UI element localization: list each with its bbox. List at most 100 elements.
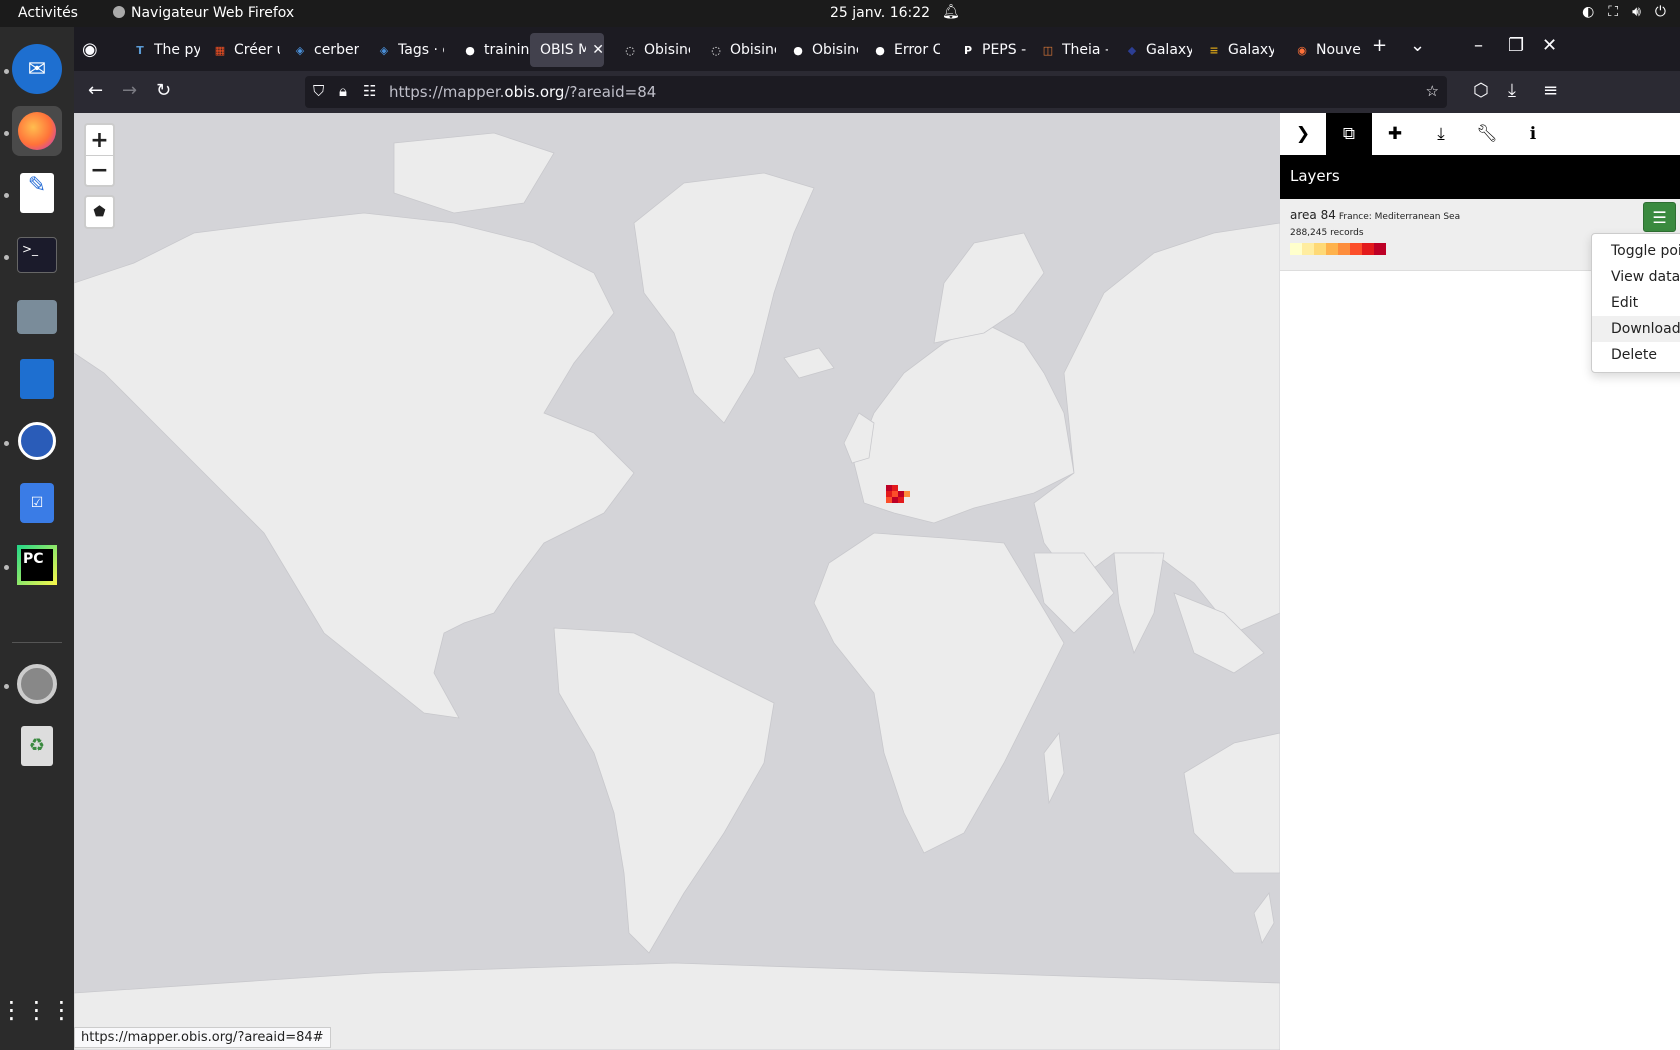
- tab-favicon-icon: ◌: [711, 43, 721, 57]
- minimize-icon[interactable]: –: [1474, 35, 1483, 56]
- tab-label: trainin: [484, 42, 530, 58]
- new-tab-icon[interactable]: +: [1372, 35, 1387, 56]
- menu-item-delete[interactable]: Delete: [1592, 342, 1680, 368]
- tab-label: cerber: [314, 42, 360, 58]
- tab-6[interactable]: OBIS Ma ✕: [530, 33, 604, 67]
- layers-icon[interactable]: ⧉: [1326, 113, 1372, 155]
- tab-label: PEPS -: [982, 42, 1027, 58]
- tab-favicon-icon: ●: [465, 43, 475, 57]
- running-indicator: [4, 69, 9, 74]
- system-tray[interactable]: ◐ ⛶ 🔊︎ ⏻: [1582, 4, 1666, 20]
- menu-item-view-data[interactable]: View data: [1592, 264, 1680, 290]
- download-icon[interactable]: ⤓: [1418, 113, 1464, 155]
- india: [1113, 552, 1165, 655]
- tab-label: Error C: [894, 42, 940, 58]
- running-indicator: [4, 684, 9, 689]
- tasks-icon[interactable]: ☑: [12, 478, 62, 528]
- tab-7[interactable]: ◌ Obisinc: [612, 33, 690, 67]
- shield-icon[interactable]: ⛉: [313, 82, 324, 100]
- files-icon[interactable]: [12, 292, 62, 342]
- tab-3[interactable]: ◈ cerber: [282, 33, 360, 67]
- tab-5[interactable]: ● trainin: [452, 33, 530, 67]
- draw-polygon-button[interactable]: ⬟: [86, 197, 113, 227]
- tab-label: Créer u: [234, 42, 280, 58]
- tab-favicon-icon: ◌: [625, 43, 635, 57]
- text-editor-icon[interactable]: ✎: [12, 168, 62, 218]
- australia: [1183, 732, 1280, 874]
- lock-icon[interactable]: 🔒︎: [339, 82, 347, 100]
- dock: ✉ ✎ >_ ☑ PC ♻ ⋮⋮⋮: [0, 27, 74, 1050]
- close-window-icon[interactable]: ✕: [1542, 35, 1557, 56]
- reload-icon[interactable]: ↻: [156, 80, 171, 101]
- hamburger-icon: ☰: [1652, 207, 1667, 227]
- menu-item-toggle-points[interactable]: Toggle points: [1592, 238, 1680, 264]
- tab-favicon-icon: ◆: [1127, 43, 1137, 57]
- menu-icon[interactable]: ≡: [1543, 80, 1558, 101]
- back-icon[interactable]: ←: [88, 80, 103, 101]
- writer-icon[interactable]: [12, 354, 62, 404]
- wrench-icon[interactable]: 🔧︎: [1464, 113, 1510, 155]
- add-layer-icon[interactable]: ✚: [1372, 113, 1418, 155]
- tab-4[interactable]: ◈ Tags · e: [366, 33, 444, 67]
- activities-button[interactable]: Activités: [18, 5, 78, 21]
- thunderbird-icon[interactable]: ✉: [12, 44, 62, 94]
- tab-favicon-icon: ◫: [1042, 43, 1054, 57]
- pycharm-icon[interactable]: PC: [12, 540, 62, 590]
- tab-list-icon[interactable]: ⌄: [1410, 35, 1425, 56]
- legend-swatch: [1302, 243, 1314, 255]
- tab-1[interactable]: T The py: [122, 33, 200, 67]
- arctic-islands: [393, 132, 555, 214]
- forward-icon[interactable]: →: [122, 80, 137, 101]
- legend-swatch: [1326, 243, 1338, 255]
- tab-15[interactable]: ◉ Nouvel: [1284, 33, 1362, 67]
- tab-13[interactable]: ◆ Galaxy: [1114, 33, 1192, 67]
- app-menu[interactable]: Navigateur Web Firefox: [113, 5, 294, 21]
- tab-label: Obisinc: [812, 42, 858, 58]
- firefox-icon[interactable]: [12, 106, 62, 156]
- permissions-icon[interactable]: ☷: [363, 82, 376, 100]
- settings-icon[interactable]: [12, 659, 62, 709]
- tab-14[interactable]: ≡ Galaxy: [1196, 33, 1274, 67]
- map-canvas: [74, 132, 1280, 1050]
- menu-item-edit[interactable]: Edit: [1592, 290, 1680, 316]
- url-text[interactable]: https://mapper.obis.org/?areaid=84: [389, 83, 656, 101]
- uk: [843, 412, 875, 464]
- running-indicator: [4, 193, 9, 198]
- info-icon[interactable]: ℹ: [1510, 113, 1556, 155]
- south-america: [553, 627, 775, 954]
- layer-menu-button[interactable]: ☰: [1643, 202, 1676, 232]
- menu-item-download[interactable]: Download: [1592, 316, 1680, 342]
- zoom-out-button[interactable]: −: [86, 155, 113, 185]
- layer-name: area 84 France: Mediterranean Sea: [1290, 208, 1460, 222]
- iceland: [783, 347, 835, 379]
- page-content: + − ⬟ https://mapper.obis.org/?areaid=84…: [74, 113, 1680, 1050]
- url-bar[interactable]: ⛉ 🔒︎ ☷ https://mapper.obis.org/?areaid=8…: [305, 76, 1447, 108]
- clock[interactable]: 25 janv. 16:22: [830, 5, 930, 21]
- tab-2[interactable]: ▦ Créer u: [202, 33, 280, 67]
- tab-favicon-icon: P: [963, 43, 973, 57]
- tab-bar: ◉ T The py ▦ Créer u ◈ cerber ◈ Tags · e ● traini…: [74, 27, 1680, 71]
- layer-area: area 84: [1290, 208, 1336, 222]
- legend-swatch: [1362, 243, 1374, 255]
- tab-10[interactable]: ● Error C: [862, 33, 940, 67]
- terminal-icon[interactable]: >_: [12, 230, 62, 280]
- timer-icon[interactable]: [12, 416, 62, 466]
- tab-12[interactable]: ◫ Theia -: [1030, 33, 1108, 67]
- tab-label: Nouvel: [1316, 42, 1362, 58]
- bookmark-star-icon[interactable]: ☆: [1426, 82, 1439, 100]
- collapse-panel-icon[interactable]: ❯: [1280, 113, 1326, 155]
- app-grid-icon[interactable]: ⋮⋮⋮: [0, 985, 74, 1035]
- tab-close-icon[interactable]: ✕: [592, 42, 604, 58]
- world-map[interactable]: + − ⬟ https://mapper.obis.org/?areaid=84…: [74, 113, 1280, 1050]
- downloads-icon[interactable]: ⤓: [1508, 80, 1516, 101]
- trash-icon[interactable]: ♻: [12, 721, 62, 771]
- tab-11[interactable]: P PEPS -: [950, 33, 1028, 67]
- madagascar: [1043, 731, 1065, 805]
- pocket-icon[interactable]: ⬡: [1473, 80, 1489, 101]
- zoom-in-button[interactable]: +: [86, 125, 113, 155]
- firefox-view-icon[interactable]: ◉: [82, 39, 98, 60]
- tab-8[interactable]: ◌ Obisinc: [698, 33, 776, 67]
- restore-icon[interactable]: ❐: [1508, 35, 1524, 56]
- tab-9[interactable]: ● Obisinc: [780, 33, 858, 67]
- legend-swatch: [1314, 243, 1326, 255]
